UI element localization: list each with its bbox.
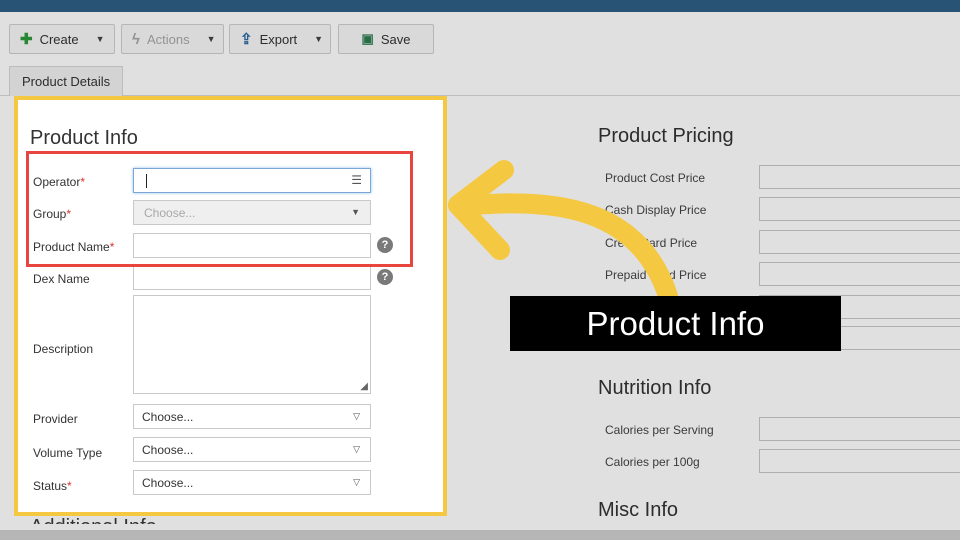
callout-label: Product Info: [510, 296, 841, 351]
curved-arrow-icon: [448, 160, 678, 306]
